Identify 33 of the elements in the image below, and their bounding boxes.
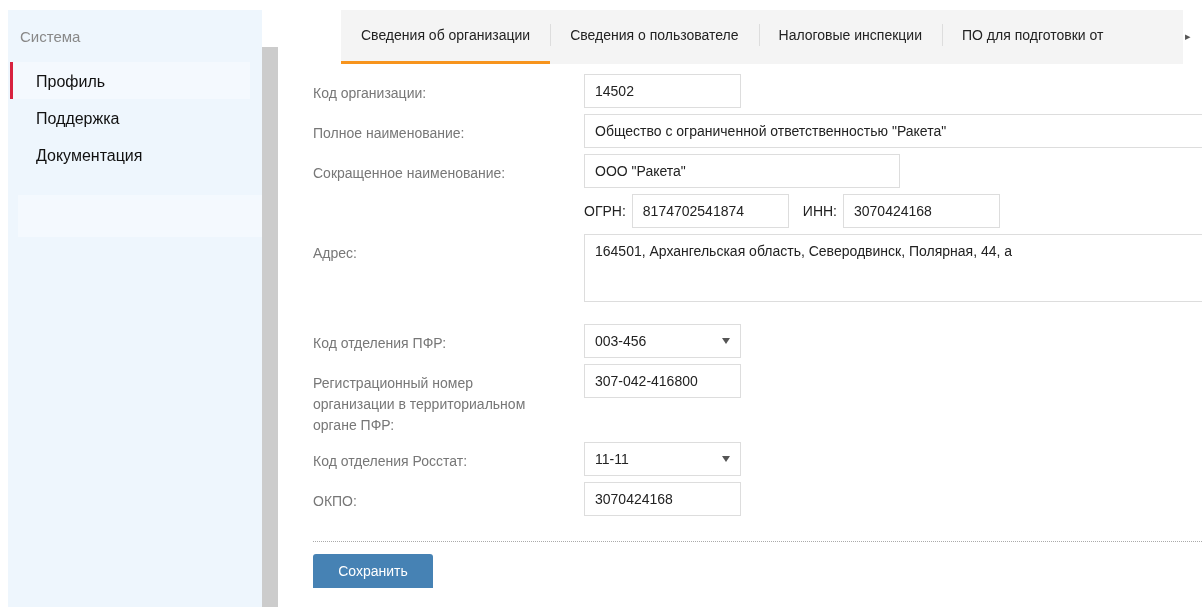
field-label: Код отделения Росстат:: [313, 452, 469, 471]
textarea-field[interactable]: 164501, Архангельская область, Северодвинск, Полярная, 44, а: [584, 234, 1202, 302]
sidebar-title: Система: [19, 27, 82, 47]
select-field[interactable]: 003-456: [584, 324, 741, 358]
sidebar-item[interactable]: Документация: [10, 136, 250, 173]
tab[interactable]: ПО для подготовки от: [942, 10, 1124, 64]
tab-scroll-arrow[interactable]: ▸: [1185, 28, 1191, 45]
field-label: ОКПО:: [313, 492, 358, 511]
sidebar-item[interactable]: Поддержка: [10, 99, 250, 136]
input-field[interactable]: Общество с ограниченной ответственностью "Ракета": [584, 114, 1202, 148]
sidebar-item[interactable]: Профиль: [10, 62, 250, 99]
input-field[interactable]: 307-042-416800: [584, 364, 741, 398]
field-label: Сокращенное наименование:: [313, 164, 507, 183]
scrollbar[interactable]: [262, 47, 278, 607]
input-field[interactable]: 3070424168: [843, 194, 1000, 228]
input-field[interactable]: ООО "Ракета": [584, 154, 900, 188]
input-field[interactable]: 3070424168: [584, 482, 741, 516]
field-label: Код организации:: [313, 84, 428, 103]
field-label: Полное наименование:: [313, 124, 466, 143]
input-field[interactable]: 14502: [584, 74, 741, 108]
caret-icon: [722, 338, 730, 344]
field-label: ОГРН:: [584, 201, 627, 221]
caret-icon: [722, 456, 730, 462]
save-button[interactable]: Сохранить: [313, 554, 433, 588]
field-label: Адрес:: [313, 244, 358, 263]
tab[interactable]: Сведения о пользователе: [550, 10, 759, 64]
select-field[interactable]: 11-11: [584, 442, 741, 476]
tab[interactable]: Налоговые инспекции: [758, 10, 942, 64]
field-label: Код отделения ПФР:: [313, 334, 448, 353]
input-field[interactable]: 8174702541874: [631, 194, 789, 228]
field-label: Регистрационный номер организации в территориальном органе ПФР:: [313, 374, 527, 435]
tab[interactable]: Сведения об организации: [341, 10, 551, 64]
field-label: ИНН:: [802, 201, 838, 221]
